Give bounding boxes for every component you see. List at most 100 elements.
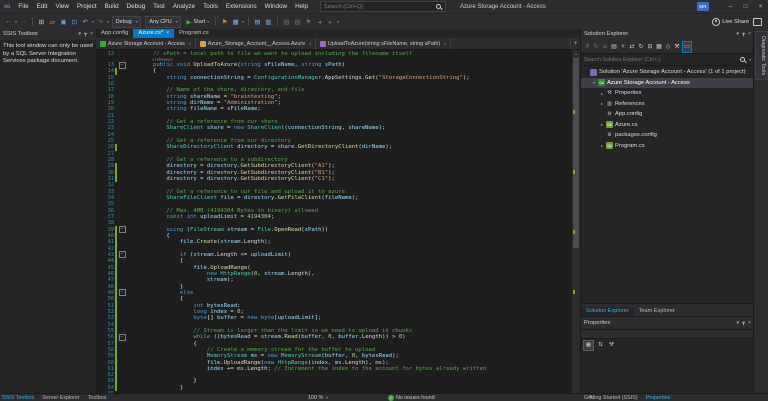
feedback-icon[interactable]: [753, 17, 762, 26]
menu-edit[interactable]: Edit: [33, 3, 52, 10]
quick-search-input[interactable]: [324, 3, 437, 10]
chevron-down-icon[interactable]: ▾: [92, 19, 94, 24]
refresh-icon[interactable]: ↻: [637, 42, 645, 52]
properties-grid[interactable]: [581, 351, 754, 393]
performance-profiler-icon[interactable]: ⚑: [220, 16, 229, 27]
solution-explorer-search-box[interactable]: ▾: [581, 53, 754, 66]
chevron-down-icon[interactable]: ▾: [749, 58, 751, 62]
document-tab-azurecs[interactable]: Azure.cs* ×: [133, 28, 175, 38]
expand-icon[interactable]: +: [570, 38, 580, 49]
chevron-right-icon[interactable]: ▸: [599, 122, 605, 127]
attach-to-process-icon[interactable]: ▤: [253, 16, 262, 27]
breadcrumb-segment-2[interactable]: UploadToAzure(string sFileName, string s…: [316, 38, 451, 49]
close-icon[interactable]: ×: [166, 30, 169, 36]
platform-dropdown[interactable]: Any CPU ▾: [145, 15, 182, 28]
menu-tools[interactable]: Tools: [199, 3, 222, 10]
solution-explorer-search-input[interactable]: [584, 56, 741, 63]
tree-item-packages-config[interactable]: ⚙ packages.config: [581, 130, 754, 141]
tree-item-properties[interactable]: ▸ ⚒ Properties: [581, 88, 754, 99]
home-icon[interactable]: ⌂: [601, 42, 609, 52]
chevron-right-icon[interactable]: ▸: [599, 91, 605, 96]
menu-view[interactable]: View: [51, 3, 73, 10]
menu-debug[interactable]: Debug: [123, 3, 150, 10]
tree-item-azure-cs[interactable]: ▸ C# Azure.cs: [581, 120, 754, 131]
menu-help[interactable]: Help: [291, 3, 312, 10]
find-in-files-icon[interactable]: ▥: [264, 16, 273, 27]
minimize-button[interactable]: –: [723, 0, 738, 13]
start-debugging-button[interactable]: ▶ Start ▾: [186, 18, 209, 26]
collapse-icon[interactable]: −: [118, 333, 126, 341]
preview-selected-icon[interactable]: ▭: [682, 40, 692, 53]
tree-item-azure-storage-account---access[interactable]: ▾ C# Azure Storage Account - Access: [581, 77, 754, 88]
categorized-icon[interactable]: ▦: [583, 339, 594, 351]
menu-project[interactable]: Project: [73, 3, 101, 10]
account-avatar[interactable]: MR: [697, 2, 709, 11]
window-menu-icon[interactable]: ▾: [737, 31, 740, 37]
debug-configuration-dropdown[interactable]: Debug ▾: [111, 15, 142, 28]
document-health-indicator[interactable]: ✓ No issues found: [388, 395, 435, 401]
tree-item-app-config[interactable]: ⚙ App.config: [581, 109, 754, 120]
code-editor[interactable]: 12 // sPath = local path to file we want…: [96, 50, 580, 393]
menu-file[interactable]: File: [14, 3, 32, 10]
document-tab-programcs[interactable]: Program.cs: [174, 28, 214, 38]
tab-solution-explorer[interactable]: Solution Explorer: [581, 307, 634, 316]
scrollbar-thumb[interactable]: [573, 58, 579, 248]
uncomment-icon[interactable]: ▨: [293, 16, 302, 27]
collapse-icon[interactable]: −: [118, 289, 126, 297]
diagnostic-tools-tab[interactable]: Diagnostic Tools: [755, 31, 768, 81]
navigate-forward-icon[interactable]: →: [19, 16, 28, 27]
redo-icon[interactable]: ↷: [96, 16, 105, 27]
collapse-icon[interactable]: −: [118, 226, 126, 234]
window-menu-icon[interactable]: ▾: [79, 31, 82, 37]
tree-item-program-cs[interactable]: ▸ C# Program.cs: [581, 141, 754, 152]
tab-toolbox[interactable]: Toolbox: [88, 395, 107, 401]
tree-item-solution--azure-storage-accoun[interactable]: Solution 'Azure Storage Account - Access…: [581, 67, 754, 78]
menu-build[interactable]: Build: [101, 3, 123, 10]
close-icon[interactable]: ×: [748, 320, 751, 326]
chevron-right-icon[interactable]: ▸: [599, 143, 605, 148]
undo-icon[interactable]: ↶: [81, 16, 90, 27]
menu-test[interactable]: Test: [149, 3, 169, 10]
pending-changes-filter-icon[interactable]: ▼: [619, 42, 627, 52]
collapse-icon[interactable]: −: [118, 251, 126, 259]
properties-icon[interactable]: ⚒: [673, 42, 681, 52]
editor-vertical-scrollbar[interactable]: ▴: [571, 50, 580, 393]
close-icon[interactable]: ×: [90, 31, 93, 37]
navigate-backward-icon[interactable]: ←: [4, 16, 13, 27]
scroll-up-icon[interactable]: ▴: [572, 50, 580, 58]
collapse-icon[interactable]: −: [118, 61, 126, 69]
pin-icon[interactable]: ┳: [742, 320, 745, 326]
chevron-down-icon[interactable]: ▾: [242, 19, 244, 24]
property-pages-icon[interactable]: ⚒: [607, 341, 616, 350]
tab-team-explorer[interactable]: Team Explorer: [634, 307, 680, 316]
switch-views-icon[interactable]: ▤: [610, 42, 618, 52]
tab-ssis-toolbox[interactable]: SSIS Toolbox: [2, 395, 34, 401]
alphabetical-icon[interactable]: ⇅: [596, 341, 605, 350]
window-menu-icon[interactable]: ▾: [737, 320, 740, 326]
breadcrumb-segment-1[interactable]: Azure_Storage_Account__Access.Azure ▾: [196, 38, 316, 49]
quick-search-box[interactable]: [320, 1, 447, 12]
bookmark-icon[interactable]: ⚑: [304, 16, 313, 27]
pin-icon[interactable]: ┳: [742, 31, 745, 37]
chevron-right-icon[interactable]: ▸: [599, 101, 605, 106]
code-view-icon[interactable]: ◇: [664, 42, 672, 52]
close-icon[interactable]: ×: [748, 31, 751, 37]
comment-icon[interactable]: ▧: [282, 16, 291, 27]
prev-bookmark-icon[interactable]: ◂: [315, 16, 324, 27]
menu-extensions[interactable]: Extensions: [222, 3, 261, 10]
close-button[interactable]: ×: [753, 0, 768, 13]
sync-with-active-document-icon[interactable]: ⇄: [628, 42, 636, 52]
maximize-button[interactable]: □: [738, 0, 753, 13]
next-bookmark-icon[interactable]: ▸: [326, 16, 335, 27]
open-file-icon[interactable]: ▱: [48, 16, 57, 27]
breadcrumb-segment-0[interactable]: Azure Storage Account - Access ▾: [96, 38, 196, 49]
se-back-icon[interactable]: ↺: [583, 42, 591, 52]
menu-analyze[interactable]: Analyze: [169, 3, 199, 10]
menu-window[interactable]: Window: [261, 3, 291, 10]
tree-item-references[interactable]: ▸ ▥ References: [581, 99, 754, 110]
chevron-down-icon[interactable]: ▾: [107, 19, 109, 24]
se-forward-icon[interactable]: ↻: [592, 42, 600, 52]
zoom-level-dropdown[interactable]: 100 % ▾: [308, 395, 328, 401]
save-icon[interactable]: ▣: [59, 16, 68, 27]
tab-properties[interactable]: Properties: [646, 395, 671, 401]
